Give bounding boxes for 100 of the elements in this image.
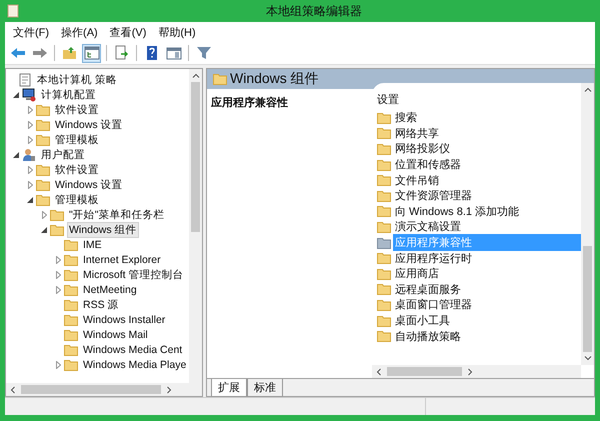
list-item[interactable]: 网络投影仪 [393, 140, 581, 158]
tree-item[interactable]: "开始"菜单和任务栏 [67, 206, 166, 222]
folder-icon [36, 118, 50, 130]
expand-arrow-icon[interactable] [28, 106, 32, 114]
folder-icon [377, 190, 391, 202]
folder-icon [36, 164, 50, 176]
tree-item[interactable]: 本地计算机 策略 [35, 72, 119, 88]
folder-icon [64, 298, 78, 310]
tree-item[interactable]: 用户配置 [39, 146, 87, 162]
scroll-up-icon[interactable] [192, 73, 200, 78]
folder-icon [377, 252, 391, 264]
tree-item[interactable]: Windows Mail [81, 328, 150, 342]
list-item[interactable]: 自动播放策略 [393, 328, 581, 345]
menu-item[interactable]: 帮助(H) [158, 24, 196, 40]
scroll-left-icon[interactable] [376, 368, 381, 376]
tree-item[interactable]: Internet Explorer [81, 252, 163, 266]
folder-icon [377, 205, 391, 218]
window-title: 本地组策略编辑器 [265, 2, 363, 20]
tree-item[interactable]: Windows Media Cent [81, 342, 184, 356]
folder-icon [377, 127, 391, 140]
list-item[interactable]: 演示文稿设置 [393, 218, 581, 236]
folder-icon [377, 220, 391, 233]
column-header[interactable]: 设置 [377, 92, 399, 108]
folder-icon [64, 344, 78, 356]
list-item[interactable]: 桌面小工具 [393, 312, 581, 330]
list-item[interactable]: 位置和传感器 [393, 156, 581, 174]
list-item[interactable]: 搜索 [393, 109, 581, 126]
vertical-scrollbar[interactable] [581, 83, 594, 365]
computer-icon [22, 88, 36, 102]
folder-icon [50, 208, 64, 220]
folder-icon [36, 134, 50, 146]
menu-item[interactable]: 操作(A) [61, 24, 98, 40]
folder-icon [377, 314, 391, 327]
scroll-icon [18, 72, 32, 86]
expand-arrow-icon[interactable] [28, 166, 32, 174]
view-tab[interactable]: 标准 [247, 379, 283, 397]
folder-icon [64, 254, 78, 266]
expand-arrow-icon[interactable] [56, 270, 60, 278]
tree-toggle-button[interactable] [82, 44, 101, 62]
scroll-up-icon[interactable] [584, 87, 592, 92]
tree-item[interactable]: Windows 组件 [67, 222, 139, 238]
expand-arrow-icon[interactable] [28, 136, 32, 144]
tree-item[interactable]: 计算机配置 [39, 86, 98, 102]
list-item[interactable]: 桌面窗口管理器 [393, 296, 581, 314]
list-item[interactable]: 远程桌面服务 [393, 280, 581, 298]
list-item[interactable]: 向 Windows 8.1 添加功能 [393, 202, 581, 220]
section-heading: Windows 组件 [230, 70, 319, 88]
expand-arrow-icon[interactable] [56, 360, 60, 368]
tree-item[interactable]: 管理模板 [53, 192, 101, 208]
list-item[interactable]: 应用程序运行时 [393, 250, 581, 267]
tree-item[interactable]: 软件设置 [53, 162, 101, 178]
folder-icon [64, 268, 78, 280]
folder-icon [36, 178, 50, 190]
tree-item[interactable]: Windows 设置 [53, 176, 125, 192]
expand-arrow-icon[interactable] [42, 210, 46, 218]
vertical-scrollbar[interactable] [189, 69, 202, 383]
tree-item[interactable]: Windows Installer [81, 312, 168, 326]
list-item[interactable]: 文件资源管理器 [393, 187, 581, 204]
folder-icon [377, 330, 391, 342]
folder-icon [377, 268, 391, 280]
horizontal-scrollbar[interactable] [6, 383, 202, 396]
folder-icon [50, 224, 64, 236]
tree-item[interactable]: Windows Media Playe [81, 358, 188, 372]
document-icon [7, 4, 19, 18]
folder-icon [377, 283, 391, 296]
folder-icon [36, 194, 50, 206]
list-item[interactable]: 网络共享 [393, 124, 581, 142]
folder-icon [64, 314, 78, 326]
tree-item[interactable]: Microsoft 管理控制台 [81, 266, 186, 282]
folder-icon [213, 73, 227, 85]
tree-item[interactable]: RSS 源 [81, 296, 121, 312]
folder-icon [64, 284, 78, 296]
tree-item[interactable]: 软件设置 [53, 102, 101, 118]
folder-icon [64, 328, 78, 340]
user-icon [22, 148, 36, 162]
expand-arrow-icon[interactable] [28, 180, 32, 188]
tree-item[interactable]: NetMeeting [81, 282, 139, 296]
list-item[interactable]: 文件吊销 [393, 172, 581, 189]
scroll-right-icon[interactable] [468, 368, 473, 376]
menu-item[interactable]: 查看(V) [110, 24, 146, 40]
expand-arrow-icon[interactable] [28, 120, 32, 128]
scroll-left-icon[interactable] [10, 386, 15, 394]
scroll-down-icon[interactable] [584, 356, 592, 361]
view-tab[interactable]: 扩展 [211, 379, 247, 397]
tree-item[interactable]: Windows 设置 [53, 116, 125, 132]
horizontal-scrollbar[interactable] [372, 365, 581, 378]
scroll-right-icon[interactable] [167, 386, 172, 394]
tree-item[interactable]: IME [81, 238, 104, 252]
list-item[interactable]: 应用商店 [393, 265, 581, 282]
collapse-arrow-icon[interactable] [13, 152, 19, 158]
collapse-arrow-icon[interactable] [27, 196, 33, 202]
folder-icon [64, 238, 78, 250]
expand-arrow-icon[interactable] [56, 256, 60, 264]
folder-icon [377, 142, 391, 155]
collapse-arrow-icon[interactable] [13, 92, 19, 98]
tree-item[interactable]: 管理模板 [53, 132, 101, 148]
collapse-arrow-icon[interactable] [41, 226, 47, 232]
menu-item[interactable]: 文件(F) [13, 24, 50, 40]
expand-arrow-icon[interactable] [56, 286, 60, 294]
folder-icon [377, 158, 391, 171]
